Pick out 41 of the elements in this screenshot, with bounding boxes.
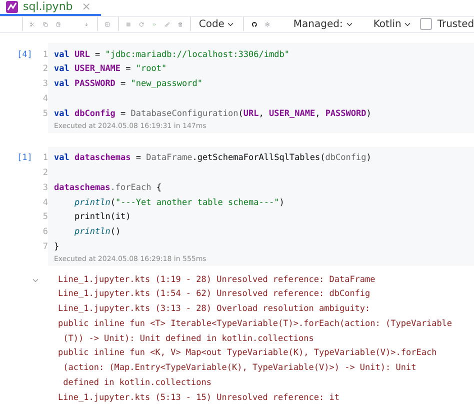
tab-title: sql.ipynb (23, 0, 73, 14)
error-line: Line_1.jupyter.kts (1:19 - 28) Unresolved reference: DataFrame (58, 274, 376, 285)
line-number: 2 (42, 168, 48, 178)
code-line: val dataschemas = DataFrame.getSchemaForAllSqlTables(dbConfig) (54, 153, 372, 164)
line-number: 4 (42, 198, 48, 208)
error-line: (action: (Map.Entry<TypeVariable(K), TypeVariable(V)>) -> Unit): Unit (62, 363, 416, 374)
execution-count: [1] (17, 153, 32, 164)
error-line: Line_1.jupyter.kts (5:13 - 15) Unresolved reference: it (58, 392, 340, 403)
trusted-label: Trusted (437, 18, 474, 30)
error-line: public inline fun <T> Iterable<TypeVariable(T)>.forEach(action: (TypeVariable (58, 318, 452, 329)
code-line: val PASSWORD = "new_password" (54, 79, 202, 90)
trusted-checkbox[interactable] (420, 18, 432, 30)
code-line: println() (74, 227, 121, 238)
error-line: Line_1.jupyter.kts (3:13 - 28) Overload resolution ambiguity: (58, 304, 370, 314)
code-line: val dbConfig = DatabaseConfiguration(URL, USER_NAME, PASSWORD) (54, 108, 372, 119)
line-number: 1 (42, 153, 48, 164)
error-line: public inline fun <K, V> Map<out TypeVariable(K), TypeVariable(V)>.forEach (58, 348, 437, 358)
notebook-icon (6, 0, 18, 13)
code-line: println(it) (74, 212, 131, 222)
managed-dropdown[interactable]: Managed: (293, 18, 354, 30)
line-number: 1 (42, 50, 48, 60)
error-line: defined in kotlin.collections (62, 378, 212, 388)
line-number: 6 (42, 227, 48, 238)
execution-count: [4] (17, 50, 32, 60)
code-line: val USER_NAME = "root" (54, 64, 167, 74)
line-number: 5 (42, 212, 48, 222)
line-number: 4 (42, 94, 48, 104)
line-number: 2 (42, 64, 48, 74)
cell-type-dropdown[interactable]: Code (198, 18, 236, 30)
kernel-dropdown[interactable]: Kotlin (373, 18, 412, 30)
error-line: (T)) -> Unit): Unit defined in kotlin.collections (62, 334, 314, 344)
code-line: dataschemas.forEach { (54, 182, 162, 193)
error-line: Line_1.jupyter.kts (1:54 - 62) Unresolved reference: dbConfig (58, 289, 370, 300)
code-line: } (54, 242, 60, 252)
code-line: println("---Yet another table schema---") (74, 198, 284, 208)
line-number: 3 (42, 79, 48, 90)
line-number: 3 (42, 182, 48, 193)
line-number: 7 (42, 242, 48, 252)
code-line: val URL = "jdbc:mariadb://localhost:3306/imdb" (54, 50, 290, 60)
file-tab[interactable]: sql.ipynb × (0, 0, 101, 16)
line-number: 5 (42, 108, 48, 119)
